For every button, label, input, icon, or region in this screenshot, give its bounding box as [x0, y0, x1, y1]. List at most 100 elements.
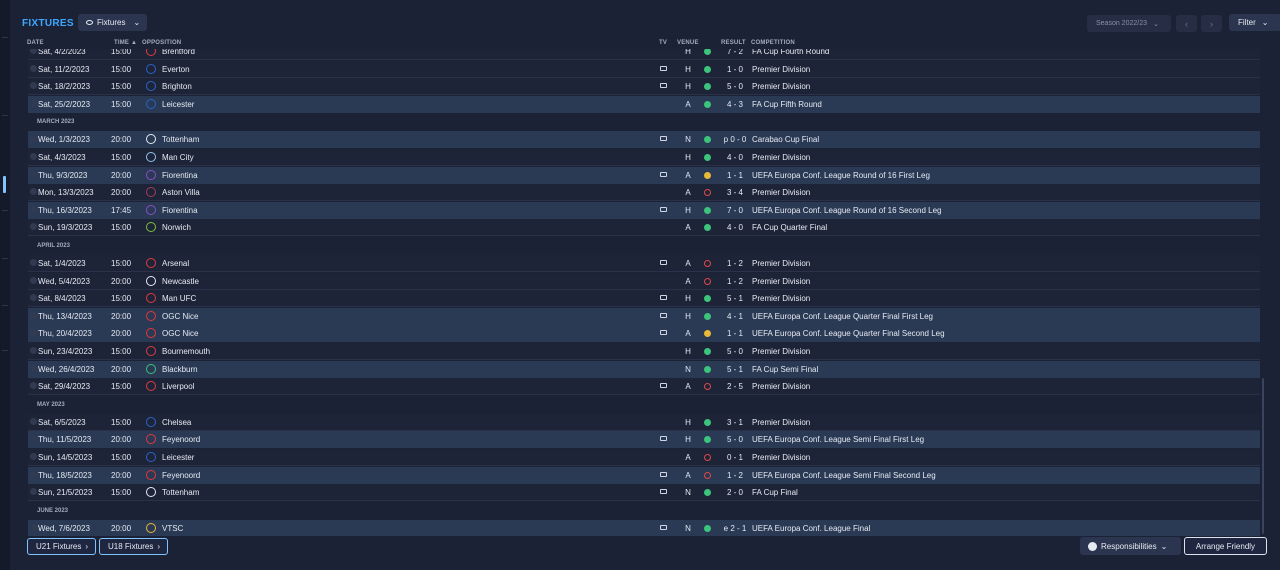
column-header-competition[interactable]: COMPETITION — [751, 40, 795, 46]
opposition-name[interactable]: Tottenham — [162, 135, 199, 144]
fixture-result[interactable]: 1 - 2 — [718, 259, 752, 268]
fixture-row[interactable]: Thu, 16/3/2023 17:45 Fiorentina H 7 - 0 UEFA … — [28, 201, 1260, 219]
view-dropdown-button[interactable]: Fixtures ⌄ — [78, 14, 147, 31]
row-select-checkbox[interactable] — [30, 453, 37, 460]
row-select-checkbox[interactable] — [30, 64, 37, 72]
fixture-result[interactable]: 5 - 0 — [718, 82, 752, 91]
row-select-checkbox[interactable] — [30, 311, 37, 319]
row-select-checkbox[interactable] — [30, 135, 37, 143]
column-header-date[interactable]: DATE — [27, 40, 44, 46]
opposition-name[interactable]: Newcastle — [162, 277, 199, 286]
row-select-checkbox[interactable] — [30, 205, 37, 213]
opposition-name[interactable]: Feyenoord — [162, 435, 200, 444]
next-button[interactable]: › — [1201, 15, 1222, 32]
opposition-name[interactable]: VTSC — [162, 524, 183, 533]
fixture-row[interactable]: Sat, 18/2/2023 15:00 Brighton H 5 - 0 Premier… — [28, 78, 1260, 96]
fixture-row[interactable]: Wed, 7/6/2023 20:00 VTSC Ne 2 - 1 UEFA Europ… — [28, 519, 1260, 536]
row-select-checkbox[interactable] — [30, 153, 37, 160]
fixture-row[interactable]: Sun, 23/4/2023 15:00 Bournemouth H 5 - 0 Prem… — [28, 343, 1260, 360]
column-header-opposition[interactable]: OPPOSITION — [142, 40, 181, 46]
fixture-row[interactable]: Thu, 13/4/2023 20:00 OGC Nice H 4 - 1 UEFA Eu… — [28, 307, 1260, 325]
fixture-result[interactable]: e 2 - 1 — [718, 524, 752, 533]
opposition-name[interactable]: Leicester — [162, 100, 194, 109]
fixture-row[interactable]: Thu, 11/5/2023 20:00 Feyenoord H 5 - 0 UEFA E… — [28, 431, 1260, 449]
row-select-checkbox[interactable] — [30, 170, 37, 178]
fixture-row[interactable]: Wed, 5/4/2023 20:00 Newcastle A 1 - 2 Premier… — [28, 272, 1260, 290]
fixture-result[interactable]: 2 - 0 — [718, 488, 752, 497]
fixture-row[interactable]: Sat, 4/2/2023 15:00 Brentford H 7 - 2 FA Cup … — [28, 49, 1260, 60]
row-select-checkbox[interactable] — [30, 99, 37, 107]
fixture-row[interactable]: Mon, 13/3/2023 20:00 Aston Villa A 3 - 4 Prem… — [28, 184, 1260, 202]
responsibilities-button[interactable]: Responsibilities ⌄ — [1080, 537, 1181, 555]
column-header-result[interactable]: RESULT — [721, 40, 746, 46]
fixture-result[interactable]: 1 - 2 — [718, 471, 752, 480]
opposition-name[interactable]: Man City — [162, 153, 194, 162]
fixture-row[interactable]: Sat, 6/5/2023 15:00 Chelsea H 3 - 1 Premier D… — [28, 413, 1260, 431]
fixture-row[interactable]: Sun, 21/5/2023 15:00 Tottenham N 2 - 0 FA Cup… — [28, 484, 1260, 502]
opposition-name[interactable]: Liverpool — [162, 382, 194, 391]
fixture-row[interactable]: Sat, 25/2/2023 15:00 Leicester A 4 - 3 FA Cup… — [28, 95, 1260, 113]
season-dropdown[interactable]: Season 2022/23 ⌄ — [1087, 15, 1171, 32]
row-select-checkbox[interactable] — [30, 347, 37, 354]
column-header-time[interactable]: TIME — [114, 40, 129, 46]
fixture-result[interactable]: 4 - 3 — [718, 100, 752, 109]
opposition-name[interactable]: Tottenham — [162, 488, 199, 497]
row-select-checkbox[interactable] — [30, 523, 37, 531]
fixture-result[interactable]: 1 - 1 — [718, 171, 752, 180]
fixture-result[interactable]: 4 - 1 — [718, 312, 752, 321]
opposition-name[interactable]: OGC Nice — [162, 312, 198, 321]
opposition-name[interactable]: Fiorentina — [162, 206, 198, 215]
filter-button[interactable]: Filter ⌄ — [1229, 14, 1280, 31]
opposition-name[interactable]: Man UFC — [162, 294, 196, 303]
fixture-row[interactable]: Thu, 18/5/2023 20:00 Feyenoord A 1 - 2 UEFA E… — [28, 466, 1260, 484]
fixture-result[interactable]: 3 - 1 — [718, 418, 752, 427]
fixture-row[interactable]: Sun, 14/5/2023 15:00 Leicester A 0 - 1 Premie… — [28, 449, 1260, 466]
fixture-result[interactable]: 5 - 1 — [718, 365, 752, 374]
row-select-checkbox[interactable] — [30, 294, 37, 302]
fixture-result[interactable]: p 0 - 0 — [718, 135, 752, 144]
row-select-checkbox[interactable] — [30, 488, 37, 496]
fixture-row[interactable]: Sat, 29/4/2023 15:00 Liverpool A 2 - 5 Premie… — [28, 378, 1260, 396]
opposition-name[interactable]: Brighton — [162, 82, 192, 91]
row-select-checkbox[interactable] — [30, 223, 37, 231]
fixture-row[interactable]: Sun, 19/3/2023 15:00 Norwich A 4 - 0 FA Cup Q… — [28, 219, 1260, 237]
fixture-result[interactable]: 1 - 0 — [718, 65, 752, 74]
opposition-name[interactable]: Fiorentina — [162, 171, 198, 180]
column-header-tv[interactable]: TV — [659, 40, 667, 46]
opposition-name[interactable]: Arsenal — [162, 259, 189, 268]
fixture-row[interactable]: Sat, 8/4/2023 15:00 Man UFC H 5 - 1 Premier D… — [28, 290, 1260, 308]
arrange-friendly-button[interactable]: Arrange Friendly — [1184, 537, 1267, 555]
row-select-checkbox[interactable] — [30, 382, 37, 390]
opposition-name[interactable]: OGC Nice — [162, 329, 198, 338]
opposition-name[interactable]: Bournemouth — [162, 347, 210, 356]
fixture-row[interactable]: Sat, 4/3/2023 15:00 Man City H 4 - 0 Premier … — [28, 149, 1260, 166]
row-select-checkbox[interactable] — [30, 470, 37, 478]
opposition-name[interactable]: Blackburn — [162, 365, 198, 374]
fixture-row[interactable]: Thu, 20/4/2023 20:00 OGC Nice A 1 - 1 UEFA Eu… — [28, 325, 1260, 343]
column-header-venue[interactable]: VENUE — [677, 40, 699, 46]
opposition-name[interactable]: Norwich — [162, 223, 191, 232]
scrollbar[interactable] — [1262, 378, 1264, 534]
fixture-row[interactable]: Thu, 9/3/2023 20:00 Fiorentina A 1 - 1 UEFA E… — [28, 166, 1260, 184]
fixtures-list[interactable]: Sat, 4/2/2023 15:00 Brentford H 7 - 2 FA Cup … — [28, 49, 1260, 536]
fixture-result[interactable]: 5 - 0 — [718, 435, 752, 444]
fixture-result[interactable]: 4 - 0 — [718, 153, 752, 162]
fixture-result[interactable]: 1 - 1 — [718, 329, 752, 338]
row-select-checkbox[interactable] — [30, 329, 37, 337]
opposition-name[interactable]: Chelsea — [162, 418, 191, 427]
row-select-checkbox[interactable] — [30, 49, 37, 54]
u21-fixtures-button[interactable]: U21 Fixtures › — [27, 538, 96, 555]
opposition-name[interactable]: Everton — [162, 65, 190, 74]
fixture-row[interactable]: Wed, 26/4/2023 20:00 Blackburn N 5 - 1 FA Cup… — [28, 360, 1260, 378]
fixture-result[interactable]: 7 - 2 — [718, 49, 752, 56]
row-select-checkbox[interactable] — [30, 276, 37, 284]
fixture-result[interactable]: 0 - 1 — [718, 453, 752, 462]
fixture-result[interactable]: 7 - 0 — [718, 206, 752, 215]
opposition-name[interactable]: Feyenoord — [162, 471, 200, 480]
fixture-row[interactable]: Sat, 11/2/2023 15:00 Everton H 1 - 0 Premier … — [28, 60, 1260, 78]
row-select-checkbox[interactable] — [30, 417, 37, 425]
opposition-name[interactable]: Aston Villa — [162, 188, 200, 197]
opposition-name[interactable]: Leicester — [162, 453, 194, 462]
row-select-checkbox[interactable] — [30, 82, 37, 90]
fixture-result[interactable]: 4 - 0 — [718, 223, 752, 232]
